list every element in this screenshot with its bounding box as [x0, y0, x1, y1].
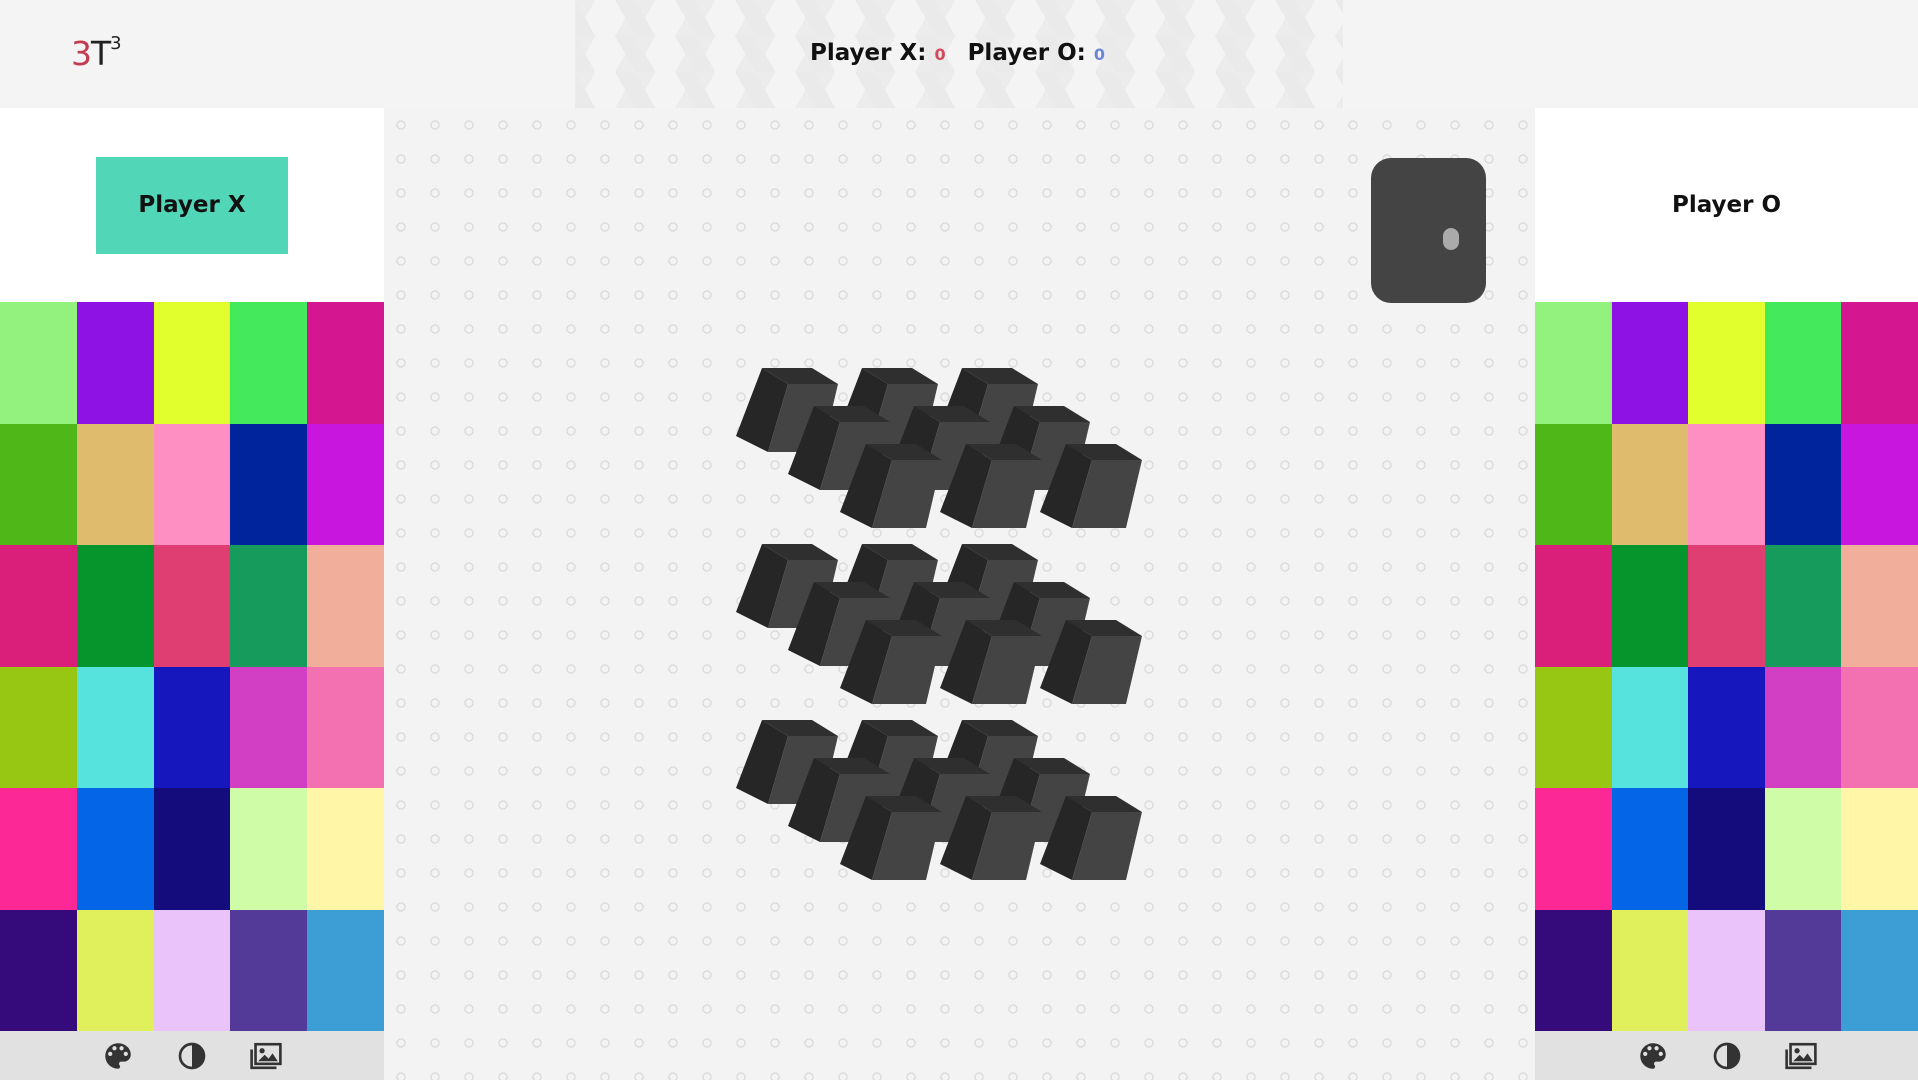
color-swatch[interactable]: [1611, 788, 1689, 910]
player-x-color-palette: [0, 302, 384, 1031]
color-swatch[interactable]: [153, 545, 231, 667]
player-o-score-label: Player O:: [967, 40, 1086, 66]
color-swatch[interactable]: [1688, 909, 1765, 1031]
color-swatch[interactable]: [307, 666, 384, 788]
color-swatch[interactable]: [1688, 423, 1765, 545]
color-swatch[interactable]: [230, 545, 308, 667]
color-swatch[interactable]: [1535, 423, 1612, 545]
color-swatch[interactable]: [153, 909, 231, 1031]
color-swatch[interactable]: [76, 788, 154, 910]
header: 3T3 Player X: 0 Player O: 0: [0, 0, 1918, 108]
color-swatch[interactable]: [1841, 788, 1918, 910]
player-o-score: 0: [1093, 45, 1105, 64]
palette-icon[interactable]: [101, 1039, 135, 1073]
color-swatch[interactable]: [0, 788, 77, 910]
player-o-toolbar: [1535, 1031, 1918, 1080]
color-swatch[interactable]: [1611, 909, 1689, 1031]
player-o-button[interactable]: Player O: [1631, 157, 1823, 254]
color-swatch[interactable]: [76, 909, 154, 1031]
color-swatch[interactable]: [1611, 666, 1689, 788]
color-swatch[interactable]: [1688, 545, 1765, 667]
color-swatch[interactable]: [1764, 666, 1842, 788]
color-swatch[interactable]: [1841, 909, 1918, 1031]
color-swatch[interactable]: [1535, 666, 1612, 788]
toggle-knob[interactable]: [1443, 228, 1459, 250]
color-swatch[interactable]: [153, 666, 231, 788]
color-swatch[interactable]: [1535, 788, 1612, 910]
player-x-score: 0: [934, 45, 946, 64]
color-swatch[interactable]: [307, 788, 384, 910]
color-swatch[interactable]: [1764, 302, 1842, 424]
color-swatch[interactable]: [76, 666, 154, 788]
color-swatch[interactable]: [1764, 909, 1842, 1031]
scoreboard: Player X: 0 Player O: 0: [810, 40, 1105, 66]
color-swatch[interactable]: [230, 909, 308, 1031]
contrast-icon[interactable]: [175, 1039, 209, 1073]
player-o-color-palette: [1535, 302, 1918, 1031]
player-o-panel: Player O: [1535, 108, 1918, 1080]
image-icon[interactable]: [1784, 1039, 1818, 1073]
color-swatch[interactable]: [1535, 545, 1612, 667]
color-swatch[interactable]: [1841, 302, 1918, 424]
image-icon[interactable]: [249, 1039, 283, 1073]
color-swatch[interactable]: [76, 423, 154, 545]
color-swatch[interactable]: [76, 302, 154, 424]
logo-digit: 3: [71, 34, 92, 73]
player-x-panel: Player X: [0, 108, 384, 1080]
color-swatch[interactable]: [1688, 788, 1765, 910]
color-swatch[interactable]: [307, 423, 384, 545]
player-x-button[interactable]: Player X: [96, 156, 288, 254]
color-swatch[interactable]: [1611, 545, 1689, 667]
cube-board[interactable]: [384, 108, 1535, 1080]
view-toggle-switch[interactable]: [1371, 158, 1486, 303]
color-swatch[interactable]: [1688, 666, 1765, 788]
palette-icon[interactable]: [1636, 1039, 1670, 1073]
color-swatch[interactable]: [1764, 545, 1842, 667]
color-swatch[interactable]: [76, 545, 154, 667]
player-x-header: Player X: [0, 108, 384, 302]
color-swatch[interactable]: [153, 302, 231, 424]
color-swatch[interactable]: [307, 545, 384, 667]
color-swatch[interactable]: [153, 423, 231, 545]
color-swatch[interactable]: [0, 423, 77, 545]
logo-superscript: 3: [110, 33, 121, 54]
color-swatch[interactable]: [1535, 909, 1612, 1031]
color-swatch[interactable]: [230, 666, 308, 788]
color-swatch[interactable]: [0, 909, 77, 1031]
color-swatch[interactable]: [0, 545, 77, 667]
player-x-score-label: Player X:: [810, 40, 927, 66]
player-x-toolbar: [0, 1031, 384, 1080]
color-swatch[interactable]: [1764, 788, 1842, 910]
player-o-header: Player O: [1535, 108, 1918, 302]
color-swatch[interactable]: [1841, 545, 1918, 667]
color-swatch[interactable]: [0, 666, 77, 788]
color-swatch[interactable]: [230, 423, 308, 545]
color-swatch[interactable]: [1764, 423, 1842, 545]
color-swatch[interactable]: [307, 302, 384, 424]
color-swatch[interactable]: [0, 302, 77, 424]
contrast-icon[interactable]: [1710, 1039, 1744, 1073]
color-swatch[interactable]: [153, 788, 231, 910]
color-swatch[interactable]: [1611, 423, 1689, 545]
color-swatch[interactable]: [1688, 302, 1765, 424]
color-swatch[interactable]: [230, 788, 308, 910]
color-swatch[interactable]: [1841, 666, 1918, 788]
color-swatch[interactable]: [1535, 302, 1612, 424]
color-swatch[interactable]: [307, 909, 384, 1031]
color-swatch[interactable]: [1611, 302, 1689, 424]
color-swatch[interactable]: [1841, 423, 1918, 545]
logo-letter: T: [91, 34, 111, 73]
color-swatch[interactable]: [230, 302, 308, 424]
logo: 3T3: [71, 33, 122, 73]
